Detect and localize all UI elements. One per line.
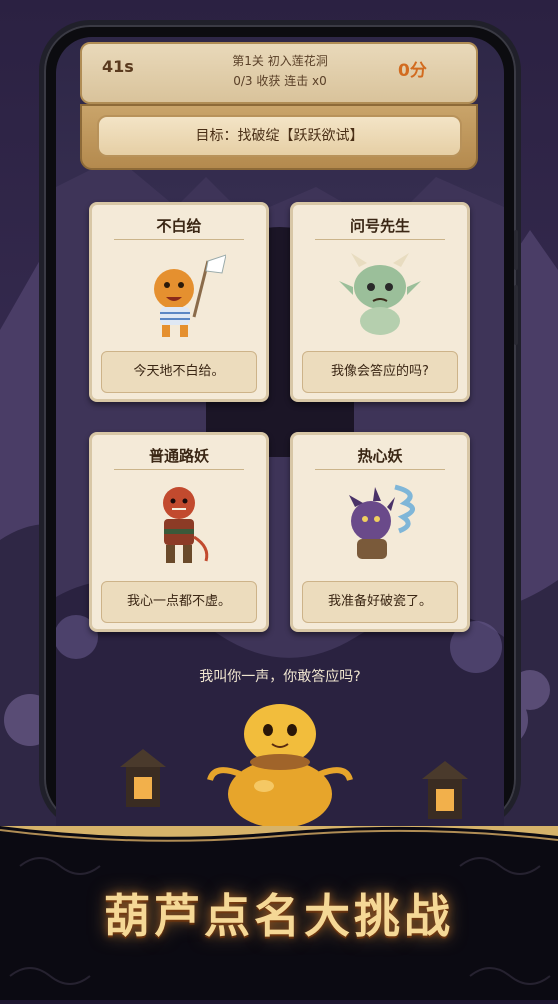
card-divider xyxy=(114,469,244,470)
red-demon-icon xyxy=(163,487,209,563)
power-button xyxy=(514,285,518,345)
card-quote: 我像会答应的吗? xyxy=(302,351,458,393)
purple-whirlwind-imp-icon xyxy=(349,484,415,559)
card-divider xyxy=(315,239,445,240)
stats-text: 0/3 收获 连击 x0 xyxy=(233,74,327,88)
character-card-putonglu[interactable]: 普通路妖 我心一点都不虚。 xyxy=(89,432,269,632)
score-text: 0分 xyxy=(398,61,427,81)
timer-text: 41s xyxy=(102,57,134,76)
orange-imp-flag-icon xyxy=(154,254,226,337)
game-title-banner: 葫芦点名大挑战 xyxy=(104,889,454,943)
stage-title: 第1关 初入莲花洞 xyxy=(232,54,328,68)
card-title: 普通路妖 xyxy=(148,447,209,465)
character-card-rexin[interactable]: 热心妖 我准备好破瓷了。 xyxy=(290,432,470,632)
character-card-wenhao[interactable]: 问号先生 我像会答应的吗? xyxy=(290,202,470,402)
green-horned-imp-icon xyxy=(339,253,421,335)
call-prompt-text: 我叫你一声，你敢答应吗? xyxy=(199,669,361,685)
card-divider xyxy=(315,469,445,470)
goal-banner: 目标：找破绽【跃跃欲试】 xyxy=(97,115,462,157)
card-title: 问号先生 xyxy=(349,217,410,235)
card-quote: 今天地不白给。 xyxy=(101,351,257,393)
character-card-bubaigei[interactable]: 不白给 今天地不白给。 xyxy=(89,202,269,402)
gourd-character-icon[interactable] xyxy=(200,690,360,830)
card-quote: 我准备好破瓷了。 xyxy=(302,581,458,623)
card-title: 热心妖 xyxy=(357,447,403,465)
card-title: 不白给 xyxy=(156,217,202,235)
card-divider xyxy=(114,239,244,240)
card-quote: 我心一点都不虚。 xyxy=(101,581,257,623)
volume-button xyxy=(514,230,518,270)
